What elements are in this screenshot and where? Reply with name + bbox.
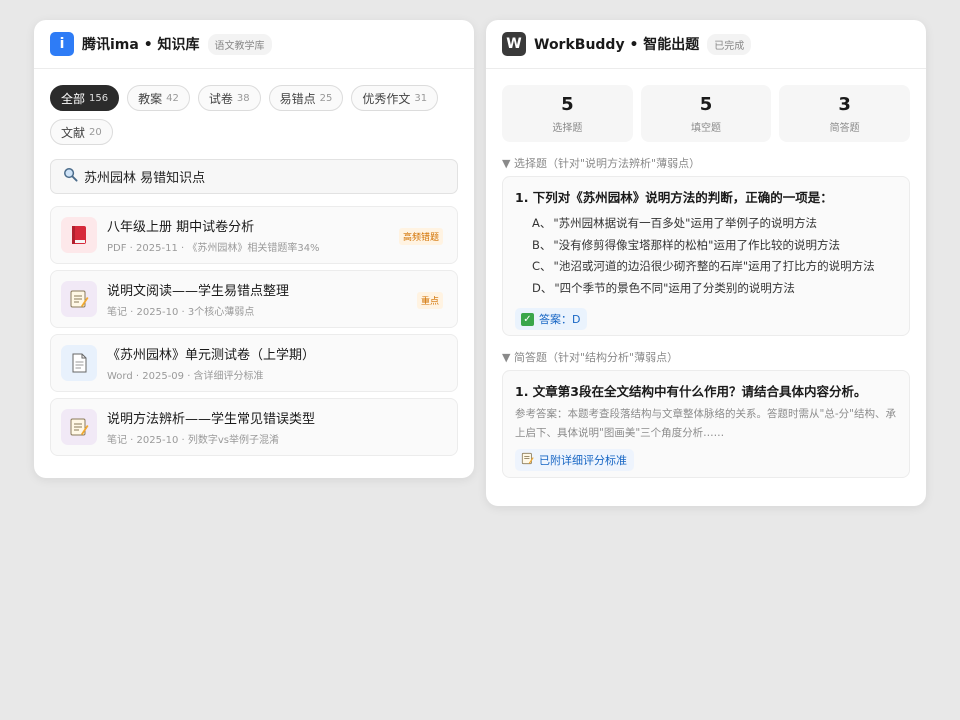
workbuddy-logo: W	[502, 32, 526, 56]
search-input[interactable]: 苏州园林 易错知识点	[50, 159, 458, 194]
stat-number: 5	[561, 93, 574, 115]
option-b: B、 "没有修剪得像宝塔那样的松柏"运用了作比较的说明方法	[532, 237, 840, 252]
question-title: 1. 下列对《苏州园林》说明方法的判断，正确的一项是：	[515, 190, 833, 205]
answer-text: 答案：D	[539, 313, 581, 326]
search-query: 苏州园林 易错知识点	[84, 171, 206, 186]
doc-title: 说明文阅读——学生易错点整理	[107, 284, 290, 299]
filter-chips: 全部 156 教案 42 试卷 38 易错点 25 优秀作文 31 文献 20	[50, 85, 460, 145]
section-toggle-multiple-choice[interactable]: ▼ 选择题（针对"说明方法辨析"薄弱点）	[502, 155, 700, 171]
stat-label: 填空题	[691, 122, 721, 134]
chip-label: 教案	[138, 91, 163, 106]
doc-title: 《苏州园林》单元测试卷（上学期）	[107, 348, 316, 363]
stat-label: 简答题	[829, 122, 860, 134]
stat-short-answer: 3 简答题	[779, 85, 911, 142]
doc-meta: 笔记 · 2025-10 · 列数字vs举例子混淆	[107, 435, 279, 446]
filter-chip-essays[interactable]: 优秀作文 31	[351, 85, 439, 111]
chip-label: 全部	[61, 91, 86, 106]
chip-count: 25	[319, 92, 333, 104]
search-icon	[63, 167, 78, 186]
filter-chip-exams[interactable]: 试卷 38	[197, 85, 261, 111]
doc-meta: 笔记 · 2025-10 · 3个核心薄弱点	[107, 307, 255, 318]
section-toggle-short-answer[interactable]: ▼ 简答题（针对"结构分析"薄弱点）	[502, 349, 678, 365]
ima-logo: i	[50, 32, 74, 56]
filter-chip-all[interactable]: 全部 156	[50, 85, 120, 111]
knowledge-base-header: i 腾讯ima • 知识库 语文教学库	[34, 20, 474, 69]
question-card-multiple-choice: 1. 下列对《苏州园林》说明方法的判断，正确的一项是： A、 "苏州园林据说有一百…	[502, 176, 910, 336]
app-title: WorkBuddy • 智能出题	[534, 37, 700, 53]
doc-title: 八年级上册 期中试卷分析	[107, 220, 255, 235]
frequent-error-tag: 高频错题	[398, 228, 443, 245]
chip-count: 156	[89, 92, 109, 104]
reference-answer: 参考答案：本题考查段落结构与文章整体脉络的关系。答题时需从"总-分"结构、承上启…	[515, 408, 896, 439]
question-generator-header: W WorkBuddy • 智能出题 已完成	[486, 20, 926, 69]
chip-count: 42	[166, 92, 179, 104]
chip-label: 试卷	[208, 91, 233, 106]
list-item[interactable]: 八年级上册 期中试卷分析 PDF · 2025-11 · 《苏州园林》相关错题率…	[50, 206, 458, 264]
knowledge-base-panel: i 腾讯ima • 知识库 语文教学库 全部 156 教案 42 试卷 38 易…	[34, 20, 474, 478]
memo-icon	[61, 281, 97, 317]
answer-badge: ✓ 答案：D	[515, 308, 588, 330]
chip-label: 优秀作文	[362, 91, 411, 106]
option-c: C、 "池沼或河道的边沿很少砌齐整的石岸"运用了打比方的说明方法	[532, 259, 875, 273]
chip-label: 文献	[61, 125, 86, 140]
filter-chip-error-points[interactable]: 易错点 25	[268, 85, 344, 111]
red-book-icon	[61, 217, 97, 253]
filter-chip-lesson-plans[interactable]: 教案 42	[127, 85, 190, 111]
question-stats: 5 选择题 5 填空题 3 简答题	[502, 85, 911, 142]
list-item[interactable]: 说明文阅读——学生易错点整理 笔记 · 2025-10 · 3个核心薄弱点 重点	[50, 270, 458, 328]
stat-label: 选择题	[552, 122, 583, 134]
filter-chip-literature[interactable]: 文献 20	[50, 119, 113, 145]
document-icon	[61, 345, 97, 381]
check-icon: ✓	[521, 312, 534, 326]
chip-count: 20	[89, 126, 102, 138]
stat-number: 5	[699, 93, 713, 115]
document-list: 八年级上册 期中试卷分析 PDF · 2025-11 · 《苏州园林》相关错题率…	[50, 206, 458, 462]
option-a: A、 "苏州园林据说有一百多处"运用了举例子的说明方法	[532, 216, 817, 230]
list-item[interactable]: 《苏州园林》单元测试卷（上学期） Word · 2025-09 · 含详细评分标…	[50, 334, 458, 392]
doc-title: 说明方法辨析——学生常见错误类型	[107, 412, 316, 427]
rubric-label: 已附详细评分标准	[539, 454, 627, 467]
stat-fill-in-blank: 5 填空题	[640, 85, 772, 142]
library-badge: 语文教学库	[207, 33, 272, 55]
question-card-short-answer: 1. 文章第3段在全文结构中有什么作用？请结合具体内容分析。 参考答案：本题考查…	[502, 370, 910, 478]
chip-count: 38	[236, 92, 250, 104]
list-item[interactable]: 说明方法辨析——学生常见错误类型 笔记 · 2025-10 · 列数字vs举例子…	[50, 398, 458, 456]
memo-icon	[61, 409, 97, 445]
question-generator-panel: W WorkBuddy • 智能出题 已完成 5 选择题 5 填空题 3 简答题…	[486, 20, 926, 506]
rubric-link[interactable]: 已附详细评分标准	[515, 449, 634, 471]
chip-count: 31	[414, 92, 428, 104]
memo-icon	[521, 452, 534, 468]
app-title: 腾讯ima • 知识库	[82, 37, 200, 53]
key-point-tag: 重点	[416, 292, 443, 309]
option-d: D、 "四个季节的景色不同"运用了分类别的说明方法	[532, 280, 795, 295]
status-badge: 已完成	[707, 33, 752, 55]
stat-multiple-choice: 5 选择题	[502, 85, 633, 142]
doc-meta: PDF · 2025-11 · 《苏州园林》相关错题率34%	[107, 243, 320, 254]
doc-meta: Word · 2025-09 · 含详细评分标准	[107, 371, 264, 382]
question-title: 1. 文章第3段在全文结构中有什么作用？请结合具体内容分析。	[515, 384, 867, 399]
chip-label: 易错点	[279, 91, 316, 106]
stat-number: 3	[838, 93, 851, 115]
